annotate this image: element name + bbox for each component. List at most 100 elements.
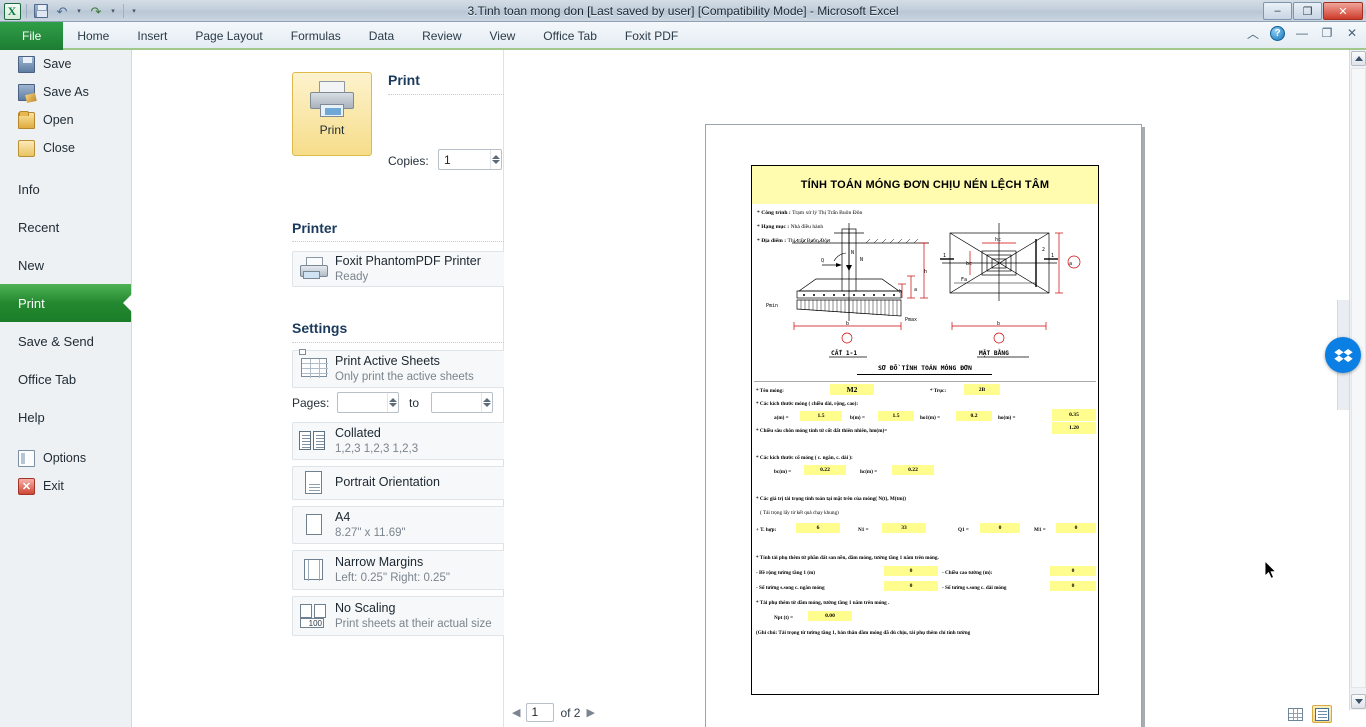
- print-button[interactable]: Print: [292, 72, 372, 156]
- grid-view-icon: [1287, 707, 1303, 721]
- dim-label-ho1: ho1(m) =: [920, 415, 941, 421]
- save-quick-button[interactable]: [31, 2, 51, 21]
- excel-app-button[interactable]: X: [2, 2, 22, 21]
- ribbon-tabs[interactable]: File Home Insert Page Layout Formulas Data Rev…: [0, 22, 692, 50]
- ribbon-tab-page-layout[interactable]: Page Layout: [181, 22, 276, 50]
- ribbon-tab-home[interactable]: Home: [63, 22, 123, 50]
- restore-window-button[interactable]: ❐: [1293, 2, 1322, 20]
- npt-label: Npt (t) =: [774, 615, 794, 621]
- backstage-navigation[interactable]: Save Save As Open Close Info Recent New Print Sa…: [0, 50, 132, 727]
- dim-label-ho: ho(m) =: [998, 415, 1016, 421]
- ribbon-right-controls[interactable]: ︿ ? — ❐ ✕: [1245, 25, 1360, 41]
- svg-text:b: b: [997, 321, 1000, 327]
- ribbon-tab-view[interactable]: View: [476, 22, 530, 50]
- backstage-nav-label: Help: [18, 409, 45, 425]
- backstage-nav-label: Recent: [18, 219, 60, 235]
- doc-divider: [754, 381, 1096, 382]
- printer-heading: Printer: [292, 220, 338, 236]
- svg-text:2: 2: [1042, 247, 1045, 253]
- copies-input[interactable]: [439, 150, 490, 169]
- scrollbar-track[interactable]: [1351, 68, 1366, 688]
- backstage-nav-help[interactable]: Help: [0, 398, 131, 436]
- backstage-nav-exit[interactable]: ✕ Exit: [0, 472, 131, 500]
- page-navigation[interactable]: ◀ 1 of 2 ▶: [512, 703, 595, 722]
- help-icon[interactable]: ?: [1270, 25, 1285, 41]
- document-footnote: (Ghi chú: Tải trọng từ tường tầng 1, bản…: [756, 630, 971, 636]
- backstage-nav-info[interactable]: Info: [0, 170, 131, 208]
- window-controls[interactable]: – ❐ ✕: [1263, 2, 1363, 20]
- pages-from-spinner-arrows[interactable]: [386, 393, 398, 412]
- backstage-nav-recent[interactable]: Recent: [0, 208, 131, 246]
- backstage-nav-save-send[interactable]: Save & Send: [0, 322, 131, 360]
- restore-workbook-icon[interactable]: ❐: [1319, 25, 1335, 41]
- pages-to-stepper[interactable]: [431, 392, 493, 413]
- ribbon-tab-file[interactable]: File: [0, 22, 64, 50]
- redo-dropdown[interactable]: ▾: [107, 2, 119, 21]
- close-folder-icon: [18, 139, 35, 157]
- ribbon-tab-foxit-pdf[interactable]: Foxit PDF: [611, 22, 692, 50]
- setting-title: Portrait Orientation: [335, 475, 440, 490]
- backstage-nav-save[interactable]: Save: [0, 50, 131, 78]
- close-workbook-icon[interactable]: ✕: [1344, 25, 1360, 41]
- foundation-diagram: N N Q Pmin Pmax b b a a h h hc bc Fa 1 1…: [754, 221, 1096, 366]
- worksheet-content: TÍNH TOÁN MÓNG ĐƠN CHỊU NÉN LỆCH TÂM * C…: [751, 165, 1099, 695]
- ribbon-tab-review[interactable]: Review: [408, 22, 475, 50]
- diagram-caption: SƠ ĐỒ TÍNH TOÁN MÓNG ĐƠN: [878, 364, 972, 372]
- backstage-nav-save-as[interactable]: Save As: [0, 78, 131, 106]
- setting-subtitle: Print sheets at their actual size: [335, 618, 492, 631]
- pages-to-input[interactable]: [432, 393, 481, 412]
- zoom-to-page-button[interactable]: [1312, 705, 1332, 723]
- backstage-nav-open[interactable]: Open: [0, 106, 131, 134]
- minimize-window-button[interactable]: –: [1263, 2, 1292, 20]
- pages-from-input[interactable]: [338, 393, 387, 412]
- minimize-workbook-icon[interactable]: —: [1294, 25, 1310, 41]
- show-margins-button[interactable]: [1285, 705, 1305, 723]
- pages-from-stepper[interactable]: [337, 392, 399, 413]
- ribbon-tab-formulas[interactable]: Formulas: [277, 22, 355, 50]
- dropbox-icon[interactable]: [1325, 337, 1361, 373]
- customize-qat-button[interactable]: ▾: [128, 2, 140, 21]
- load-value-m1: 0: [1056, 523, 1096, 533]
- undo-button[interactable]: ↶: [52, 2, 72, 21]
- npt-value: 0.00: [808, 611, 852, 621]
- scroll-up-button[interactable]: [1351, 51, 1366, 66]
- svg-text:Pmax: Pmax: [905, 317, 917, 323]
- printer-icon-small: [299, 254, 329, 284]
- backstage-nav-label: Close: [43, 141, 75, 155]
- copies-stepper[interactable]: [438, 149, 502, 170]
- prev-page-button[interactable]: ◀: [512, 706, 520, 719]
- ribbon-tab-data[interactable]: Data: [355, 22, 408, 50]
- copies-spinner-arrows[interactable]: [489, 150, 501, 169]
- backstage-nav-options[interactable]: Options: [0, 444, 131, 472]
- ribbon-tab-insert[interactable]: Insert: [123, 22, 181, 50]
- extra-label-2: - Chiều cao tường (m):: [942, 570, 993, 576]
- settings-heading: Settings: [292, 320, 348, 336]
- preview-vertical-scrollbar[interactable]: [1349, 50, 1366, 710]
- backstage-nav-office-tab[interactable]: Office Tab: [0, 360, 131, 398]
- backstage-nav-label: Info: [18, 181, 40, 197]
- current-page-input[interactable]: 1: [526, 703, 555, 722]
- redo-button[interactable]: ↷: [86, 2, 106, 21]
- field-value-ten-mong: M2: [830, 384, 874, 395]
- backstage-nav-print[interactable]: Print: [0, 284, 132, 322]
- load-value-n1: 33: [882, 523, 926, 533]
- next-page-button[interactable]: ▶: [586, 706, 594, 719]
- dim-label-b: b(m) =: [850, 415, 865, 421]
- zoom-to-page-icon: [1315, 707, 1329, 721]
- undo-dropdown[interactable]: ▾: [73, 2, 85, 21]
- load-label-thop: + T. hợp:: [756, 527, 777, 533]
- pages-to-spinner-arrows[interactable]: [480, 393, 492, 412]
- dim-value-ho1: 0.2: [956, 411, 992, 421]
- scroll-down-button[interactable]: [1351, 694, 1366, 709]
- page-count-label: of 2: [560, 705, 581, 720]
- close-window-button[interactable]: ✕: [1323, 2, 1363, 20]
- depth-value: 1.20: [1052, 422, 1096, 434]
- ribbon-tab-office-tab[interactable]: Office Tab: [529, 22, 611, 50]
- backstage-nav-new[interactable]: New: [0, 246, 131, 284]
- svg-text:1: 1: [943, 253, 946, 259]
- backstage-nav-close[interactable]: Close: [0, 134, 131, 162]
- preview-view-controls[interactable]: [1285, 705, 1332, 723]
- minimize-ribbon-icon[interactable]: ︿: [1245, 25, 1261, 41]
- quick-access-toolbar[interactable]: X ↶ ▾ ↷ ▾ ▾: [2, 1, 140, 21]
- backstage-nav-label: Options: [43, 451, 87, 465]
